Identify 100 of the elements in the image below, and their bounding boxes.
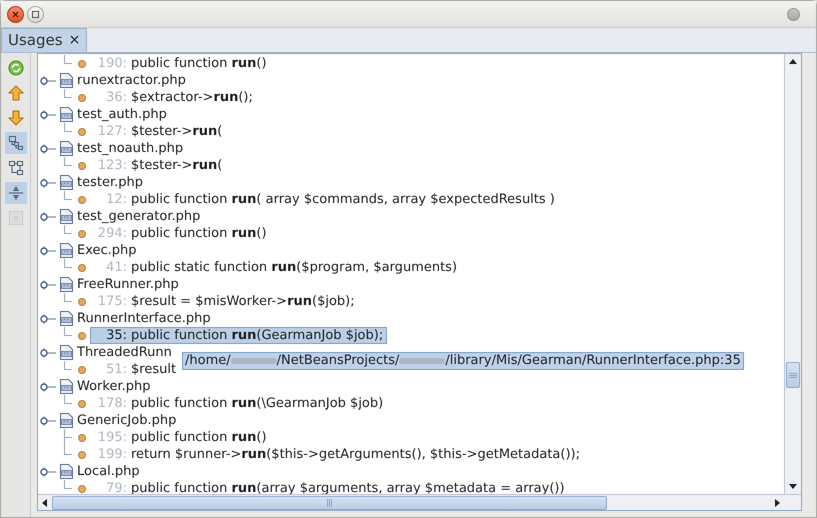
php-file-icon xyxy=(60,413,73,428)
php-file-icon xyxy=(60,345,73,360)
match-row[interactable]: 12: public function run( array $commands, array $expectedResults ) xyxy=(90,191,559,208)
expand-handle-icon[interactable] xyxy=(40,110,56,120)
match-row[interactable]: 175: $result = $misWorker->run($job); xyxy=(90,293,359,310)
path-text: /NetBeansProjects/ xyxy=(276,352,400,370)
window-menu-button[interactable] xyxy=(787,8,800,20)
php-file-icon xyxy=(60,175,73,190)
maximize-icon xyxy=(32,10,39,18)
vertical-scrollbar[interactable] xyxy=(784,54,801,494)
code-line: public function run() xyxy=(131,224,267,243)
line-number: 190: xyxy=(96,54,128,73)
file-name[interactable]: Exec.php xyxy=(77,240,137,260)
file-name[interactable]: GenericJob.php xyxy=(77,410,176,430)
match-row[interactable]: 127: $tester->run( xyxy=(90,123,226,140)
php-file-icon xyxy=(60,209,73,224)
match-row[interactable]: 51: $result xyxy=(90,361,180,378)
close-icon xyxy=(12,10,19,18)
expand-handle-icon[interactable] xyxy=(40,382,56,392)
line-number: 127: xyxy=(96,122,128,141)
match-row[interactable]: 294: public function run() xyxy=(90,225,271,242)
file-name[interactable]: test_generator.php xyxy=(77,206,200,226)
code-line: $tester->run( xyxy=(131,122,222,141)
code-line: public function run( array $commands, array $expectedResults ) xyxy=(131,190,555,209)
expand-handle-icon[interactable] xyxy=(40,280,56,290)
match-dot-icon xyxy=(78,128,86,136)
redacted-mark xyxy=(399,358,446,364)
expand-handle-icon[interactable] xyxy=(40,212,56,222)
up-arrow-icon xyxy=(8,85,24,101)
match-dot-icon xyxy=(78,450,86,458)
php-file-icon xyxy=(60,73,73,88)
match-dot-icon xyxy=(78,400,86,408)
match-dot-icon xyxy=(78,230,86,238)
match-dot-icon xyxy=(78,264,86,272)
file-name[interactable]: ThreadedRunn xyxy=(77,342,172,362)
match-row[interactable]: 123: $tester->run( xyxy=(90,157,226,174)
line-number: 12: xyxy=(105,190,128,209)
code-line: return $runner->run($this->getArguments(), $this->getMetadata()); xyxy=(131,446,580,464)
file-name[interactable]: test_noauth.php xyxy=(77,138,184,158)
code-line: public function run() xyxy=(131,54,267,73)
expand-handle-icon[interactable] xyxy=(40,416,56,426)
match-row[interactable]: 178: public function run(\GearmanJob $job) xyxy=(90,395,388,412)
refresh-icon xyxy=(8,60,24,76)
scroll-thumb[interactable] xyxy=(786,362,800,388)
match-row[interactable]: 35: public function run(GearmanJob $job); xyxy=(90,327,388,344)
close-tab-button[interactable]: × xyxy=(68,30,80,51)
grip-icon xyxy=(789,372,797,378)
php-file-icon xyxy=(60,311,73,326)
match-row[interactable]: 199: return $runner->run($this->getArguments(), $this->getMetadata()); xyxy=(90,446,584,463)
down-arrow-icon xyxy=(8,110,24,126)
match-dot-icon xyxy=(78,484,86,492)
line-number: 175: xyxy=(96,292,128,311)
redacted-mark xyxy=(230,358,277,364)
file-name[interactable]: runextractor.php xyxy=(77,70,186,90)
match-dot-icon xyxy=(78,162,86,170)
line-number: 79: xyxy=(105,480,128,494)
file-name[interactable]: FreeRunner.php xyxy=(77,274,179,294)
php-file-icon xyxy=(60,107,73,122)
usages-tab[interactable]: Usages × xyxy=(1,28,88,52)
line-number: 36: xyxy=(105,88,128,107)
expand-handle-icon[interactable] xyxy=(40,76,56,86)
match-dot-icon xyxy=(78,298,86,306)
file-name[interactable]: tester.php xyxy=(77,172,143,192)
path-text: /home/ xyxy=(185,352,231,370)
line-number: 51: xyxy=(105,360,128,379)
scroll-thumb[interactable] xyxy=(52,496,607,510)
file-name[interactable]: Worker.php xyxy=(77,376,150,396)
file-name[interactable]: Local.php xyxy=(77,462,140,482)
maximize-button[interactable] xyxy=(27,6,44,22)
code-line: public function run() xyxy=(131,428,267,447)
close-button[interactable] xyxy=(7,6,24,22)
toolbar-button[interactable] xyxy=(4,182,26,204)
line-number: 41: xyxy=(105,258,128,277)
file-name[interactable]: test_auth.php xyxy=(77,104,167,124)
tree-icon xyxy=(8,160,24,176)
expand-handle-icon[interactable] xyxy=(40,348,56,358)
php-file-icon xyxy=(60,243,73,258)
match-row[interactable]: 36: $extractor->run(); xyxy=(90,89,257,106)
horizontal-scrollbar[interactable] xyxy=(38,494,801,510)
line-number: 199: xyxy=(96,446,128,464)
php-file-icon xyxy=(60,379,73,394)
match-row[interactable]: 41: public static function run($program, $arguments) xyxy=(90,259,462,276)
expand-handle-icon[interactable] xyxy=(40,144,56,154)
code-line: public static function run($program, $arguments) xyxy=(131,258,458,277)
expand-handle-icon[interactable] xyxy=(40,314,56,324)
match-dot-icon xyxy=(78,332,86,340)
toolbar-button[interactable] xyxy=(4,132,26,154)
php-file-icon xyxy=(60,277,73,292)
match-row[interactable]: 195: public function run() xyxy=(90,429,271,446)
line-number: 123: xyxy=(96,156,128,175)
file-name[interactable]: RunnerInterface.php xyxy=(77,308,211,328)
match-row[interactable]: 190: public function run() xyxy=(90,55,271,72)
expand-handle-icon[interactable] xyxy=(40,246,56,256)
php-file-icon xyxy=(60,464,73,479)
expand-handle-icon[interactable] xyxy=(40,178,56,188)
line-number: 35: xyxy=(105,326,128,345)
grouped-tree-icon xyxy=(8,135,24,151)
expand-handle-icon[interactable] xyxy=(40,466,56,476)
grip-icon xyxy=(327,498,332,506)
line-number: 195: xyxy=(96,428,128,447)
